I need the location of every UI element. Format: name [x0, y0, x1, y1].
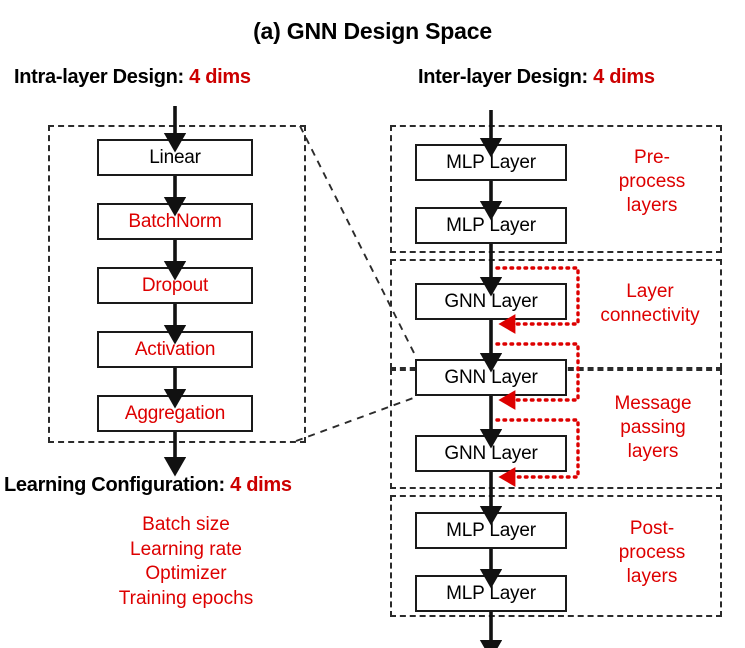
- intra-layer-box-linear: Linear: [97, 139, 253, 176]
- pre-process-box-mlp-2-label: MLP Layer: [446, 214, 536, 236]
- intra-layer-box-dropout-label: Dropout: [141, 274, 209, 296]
- stage-label-layer-connectivity-line-1: Layer: [626, 281, 674, 302]
- learning-configuration-item-learning-rate: Learning rate: [130, 538, 242, 560]
- message-passing-box-gnn-2: GNN Layer: [415, 359, 567, 396]
- stage-label-pre-process-line-3: layers: [626, 195, 678, 216]
- stage-label-post-process: Post- process layers: [596, 517, 708, 589]
- intra-layer-heading-label: Intra-layer Design:: [14, 66, 190, 88]
- stage-label-message-passing-line-2: passing: [620, 417, 686, 438]
- pre-process-box-mlp-1-label: MLP Layer: [446, 151, 536, 173]
- pre-process-box-mlp-2: MLP Layer: [415, 207, 567, 244]
- post-process-box-mlp-3: MLP Layer: [415, 512, 567, 549]
- inter-layer-heading-dims: 4 dims: [593, 66, 655, 88]
- intra-layer-box-aggregation: Aggregation: [97, 395, 253, 432]
- stage-label-post-process-line-2: process: [618, 542, 686, 563]
- stage-label-post-process-line-3: layers: [626, 566, 678, 587]
- message-passing-box-gnn-3-label: GNN Layer: [444, 442, 538, 464]
- intra-layer-box-aggregation-label: Aggregation: [124, 402, 226, 424]
- message-passing-box-gnn-3: GNN Layer: [415, 435, 567, 472]
- stage-label-layer-connectivity-line-2: connectivity: [600, 305, 700, 326]
- stage-label-pre-process-line-1: Pre-: [634, 147, 670, 168]
- pre-process-box-mlp-1: MLP Layer: [415, 144, 567, 181]
- inter-layer-heading: Inter-layer Design: 4 dims: [418, 66, 655, 89]
- post-process-box-mlp-4: MLP Layer: [415, 575, 567, 612]
- stage-label-pre-process: Pre- process layers: [596, 146, 708, 218]
- intra-layer-heading: Intra-layer Design: 4 dims: [14, 66, 251, 89]
- figure-title: (a) GNN Design Space: [253, 18, 492, 44]
- learning-configuration-heading-label: Learning Configuration:: [4, 474, 231, 496]
- stage-label-message-passing: Message passing layers: [596, 392, 710, 464]
- stage-label-message-passing-line-1: Message: [614, 393, 692, 414]
- post-process-box-mlp-3-label: MLP Layer: [446, 519, 536, 541]
- intra-layer-box-dropout: Dropout: [97, 267, 253, 304]
- learning-configuration-heading: Learning Configuration: 4 dims: [4, 474, 292, 497]
- message-passing-box-gnn-2-label: GNN Layer: [444, 366, 538, 388]
- intra-layer-box-batchnorm-label: BatchNorm: [128, 210, 222, 232]
- intra-layer-heading-dims: 4 dims: [189, 66, 251, 88]
- learning-configuration-heading-dims: 4 dims: [230, 474, 292, 496]
- stage-label-pre-process-line-2: process: [618, 171, 686, 192]
- learning-configuration-item-optimizer: Optimizer: [145, 563, 227, 584]
- intra-layer-box-batchnorm: BatchNorm: [97, 203, 253, 240]
- stage-label-message-passing-line-3: layers: [627, 441, 679, 462]
- learning-configuration-item-training-epochs: Training epochs: [118, 587, 254, 609]
- stage-label-post-process-line-1: Post-: [629, 518, 675, 539]
- intra-layer-box-activation: Activation: [97, 331, 253, 368]
- layer-connectivity-box-gnn-1-label: GNN Layer: [444, 290, 538, 312]
- learning-configuration-item-batch-size: Batch size: [142, 514, 230, 535]
- layer-connectivity-box-gnn-1: GNN Layer: [415, 283, 567, 320]
- intra-layer-box-activation-label: Activation: [134, 338, 216, 360]
- post-process-box-mlp-4-label: MLP Layer: [446, 582, 536, 604]
- inter-layer-heading-label: Inter-layer Design:: [418, 66, 594, 88]
- learning-configuration-list: Batch size Learning rate Optimizer Train…: [0, 513, 372, 611]
- figure-canvas: (a) GNN Design Space Intra-layer Design:…: [0, 0, 745, 648]
- intra-layer-box-linear-label: Linear: [149, 146, 201, 168]
- stage-label-layer-connectivity: Layer connectivity: [576, 280, 724, 328]
